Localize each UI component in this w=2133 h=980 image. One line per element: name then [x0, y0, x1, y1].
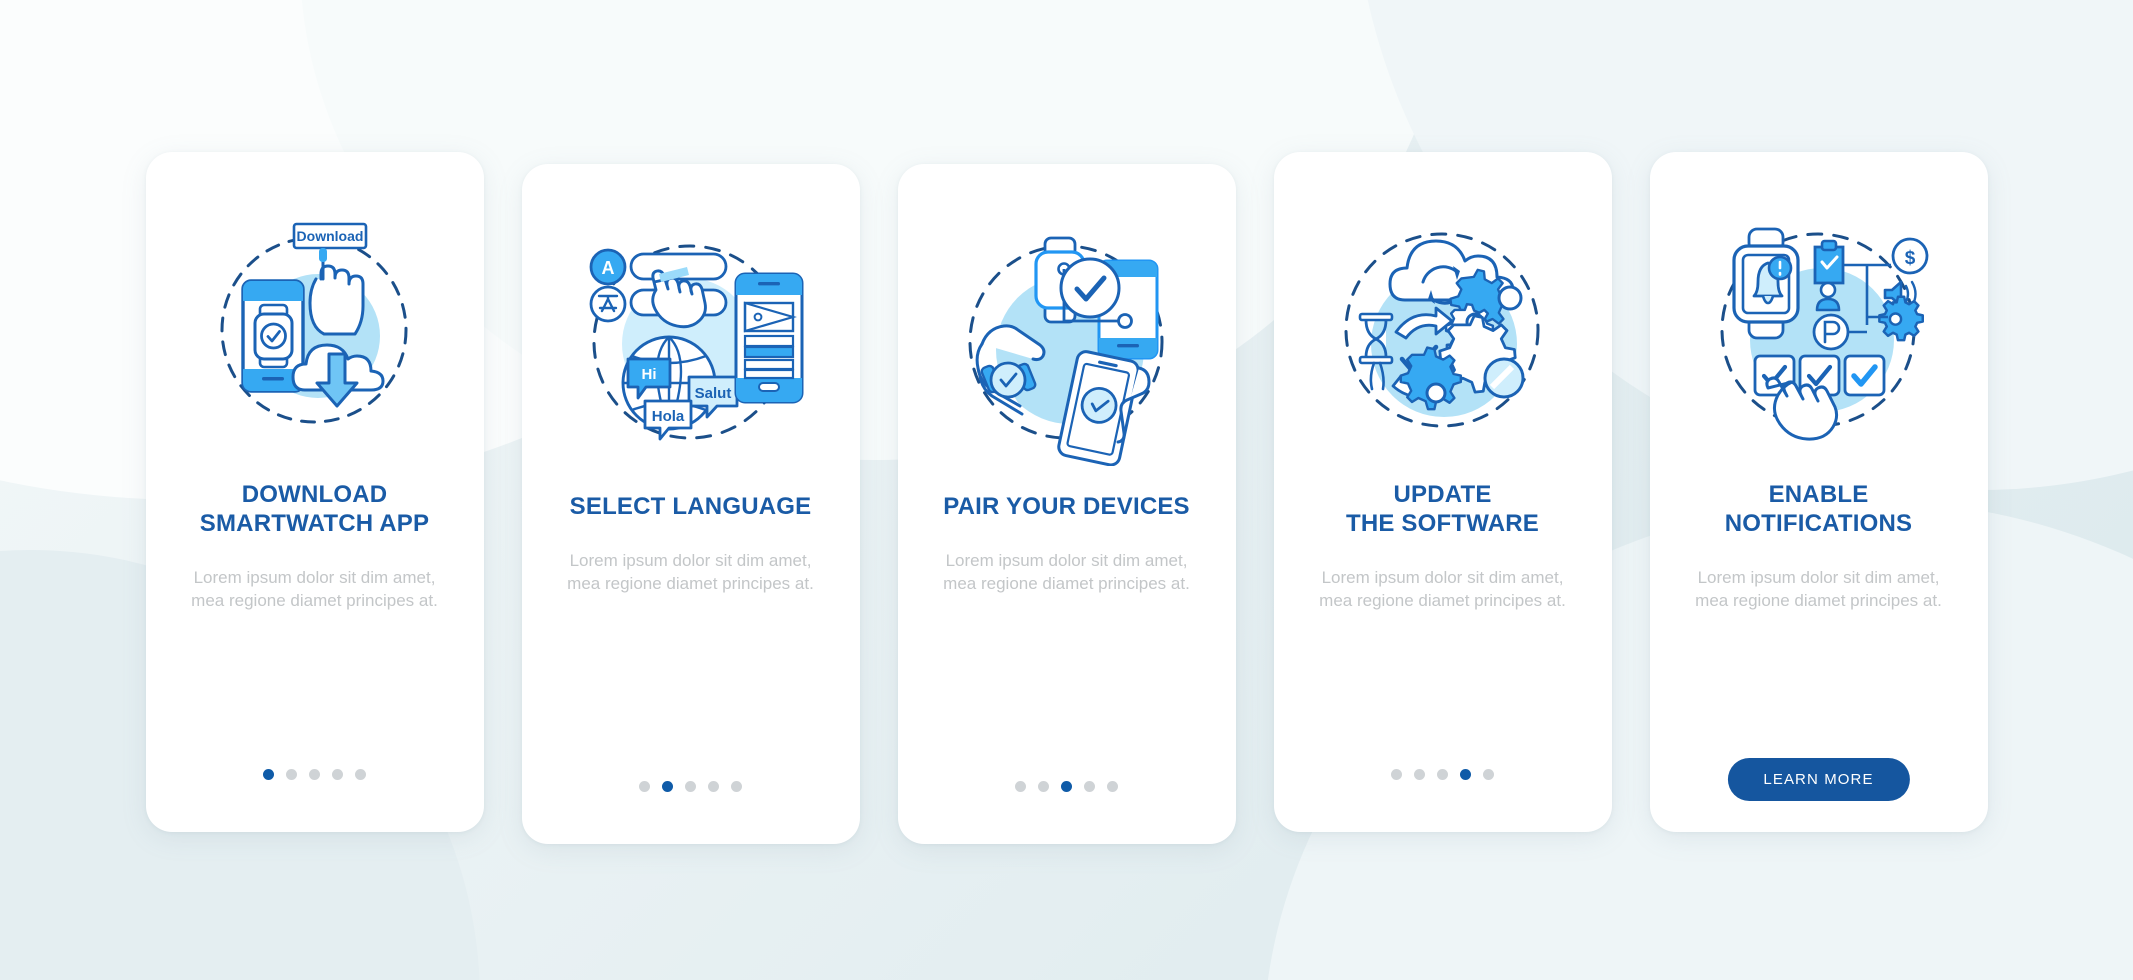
onboarding-card-select-language[interactable]: A Hi Salut Hola SELECT LANGUAGE Lorem ip…	[521, 164, 860, 844]
pagination-dot-5[interactable]	[731, 781, 742, 792]
card-title: PAIR YOUR DEVICES	[922, 492, 1212, 521]
pagination-dot-2[interactable]	[662, 781, 673, 792]
pagination-dot-1[interactable]	[639, 781, 650, 792]
onboarding-screens-page: Download DOWNLOAD SMARTWATCH APP Lorem i…	[0, 0, 2133, 980]
card-title-line-1: SELECT LANGUAGE	[569, 493, 812, 520]
translate-letter-label: A	[601, 258, 614, 278]
card-title: ENABLE NOTIFICATIONS	[1674, 480, 1964, 538]
onboarding-card-update-the-software[interactable]: UPDATE THE SOFTWARE Lorem ipsum dolor si…	[1273, 152, 1612, 832]
card-title-line-1: PAIR YOUR DEVICES	[943, 493, 1190, 520]
pagination-dot-3[interactable]	[309, 769, 320, 780]
onboarding-card-enable-notifications[interactable]: $ ENABLE NOTIFICATIONS Lorem ipsum dolor…	[1649, 152, 1988, 832]
pagination-dot-4[interactable]	[1460, 769, 1471, 780]
card-title-line-1: ENABLE	[1768, 481, 1869, 508]
card-title: DOWNLOAD SMARTWATCH APP	[170, 480, 460, 538]
bubble-salut-label: Salut	[694, 385, 731, 402]
card-body-text: Lorem ipsum dolor sit dim amet, mea regi…	[1319, 568, 1566, 610]
pagination-dot-2[interactable]	[286, 769, 297, 780]
card-body-text: Lorem ipsum dolor sit dim amet, mea regi…	[943, 551, 1190, 593]
download-tooltip-label: Download	[296, 228, 363, 244]
pagination-dot-3[interactable]	[1061, 781, 1072, 792]
onboarding-card-pair-your-devices[interactable]: PAIR YOUR DEVICES Lorem ipsum dolor sit …	[897, 164, 1236, 844]
learn-more-button[interactable]: LEARN MORE	[1727, 758, 1910, 801]
enable-notifications-illustration: $	[1669, 204, 1969, 454]
card-body-text: Lorem ipsum dolor sit dim amet, mea regi…	[191, 568, 438, 610]
pagination-dot-2[interactable]	[1414, 769, 1425, 780]
card-title-line-1: UPDATE	[1393, 481, 1492, 508]
pagination-dot-4[interactable]	[1084, 781, 1095, 792]
bubble-hola-label: Hola	[651, 408, 684, 425]
pair-devices-illustration	[917, 216, 1217, 466]
pagination-dots[interactable]	[898, 781, 1236, 792]
pagination-dot-3[interactable]	[1437, 769, 1448, 780]
card-body-text: Lorem ipsum dolor sit dim amet, mea regi…	[1695, 568, 1942, 610]
pagination-dot-5[interactable]	[1107, 781, 1118, 792]
pagination-dot-4[interactable]	[708, 781, 719, 792]
dollar-badge-label: $	[1904, 248, 1915, 269]
card-title: UPDATE THE SOFTWARE	[1298, 480, 1588, 538]
pagination-dots[interactable]	[146, 769, 484, 780]
pagination-dot-1[interactable]	[1015, 781, 1026, 792]
card-title: SELECT LANGUAGE	[546, 492, 836, 521]
pagination-dot-5[interactable]	[355, 769, 366, 780]
pagination-dot-1[interactable]	[263, 769, 274, 780]
pagination-dot-5[interactable]	[1483, 769, 1494, 780]
onboarding-card-download-smartwatch-app[interactable]: Download DOWNLOAD SMARTWATCH APP Lorem i…	[145, 152, 484, 832]
download-app-illustration: Download	[165, 204, 465, 454]
onboarding-card-row: Download DOWNLOAD SMARTWATCH APP Lorem i…	[0, 0, 2133, 980]
card-body-text: Lorem ipsum dolor sit dim amet, mea regi…	[567, 551, 814, 593]
update-software-illustration	[1293, 204, 1593, 454]
card-title-line-2: THE SOFTWARE	[1345, 510, 1540, 537]
pagination-dot-4[interactable]	[332, 769, 343, 780]
pagination-dots[interactable]	[522, 781, 860, 792]
pagination-dot-3[interactable]	[685, 781, 696, 792]
pagination-dot-2[interactable]	[1038, 781, 1049, 792]
card-title-line-1: DOWNLOAD	[241, 481, 388, 508]
card-title-line-2: NOTIFICATIONS	[1724, 510, 1913, 537]
select-language-illustration: A Hi Salut Hola	[541, 216, 841, 466]
card-title-line-2: SMARTWATCH APP	[199, 510, 430, 537]
pagination-dots[interactable]	[1274, 769, 1612, 780]
bubble-hi-label: Hi	[641, 366, 656, 383]
pagination-dot-1[interactable]	[1391, 769, 1402, 780]
